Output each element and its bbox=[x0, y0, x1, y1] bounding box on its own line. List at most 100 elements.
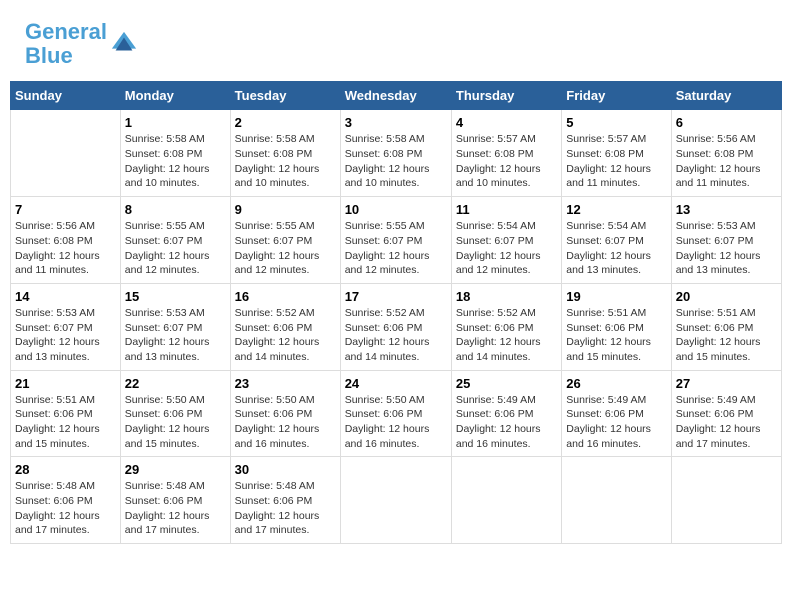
day-number: 8 bbox=[125, 202, 226, 217]
page-header: GeneralBlue bbox=[10, 10, 782, 73]
sunrise-text: Sunrise: 5:52 AM bbox=[235, 307, 315, 319]
logo-icon bbox=[110, 30, 138, 58]
sunrise-text: Sunrise: 5:48 AM bbox=[125, 480, 205, 492]
day-number: 21 bbox=[15, 376, 116, 391]
calendar-cell: 21 Sunrise: 5:51 AM Sunset: 6:06 PM Dayl… bbox=[11, 370, 121, 457]
sunrise-text: Sunrise: 5:48 AM bbox=[235, 480, 315, 492]
daylight-text: Daylight: 12 hours and 13 minutes. bbox=[676, 250, 761, 277]
sunset-text: Sunset: 6:07 PM bbox=[345, 235, 423, 247]
sunset-text: Sunset: 6:06 PM bbox=[676, 408, 754, 420]
calendar-cell: 15 Sunrise: 5:53 AM Sunset: 6:07 PM Dayl… bbox=[120, 283, 230, 370]
day-number: 6 bbox=[676, 115, 777, 130]
sunset-text: Sunset: 6:07 PM bbox=[125, 322, 203, 334]
sunrise-text: Sunrise: 5:56 AM bbox=[15, 220, 95, 232]
day-number: 16 bbox=[235, 289, 336, 304]
calendar-cell: 29 Sunrise: 5:48 AM Sunset: 6:06 PM Dayl… bbox=[120, 457, 230, 544]
daylight-text: Daylight: 12 hours and 14 minutes. bbox=[456, 336, 541, 363]
daylight-text: Daylight: 12 hours and 15 minutes. bbox=[15, 423, 100, 450]
calendar-week-5: 28 Sunrise: 5:48 AM Sunset: 6:06 PM Dayl… bbox=[11, 457, 782, 544]
day-info: Sunrise: 5:55 AM Sunset: 6:07 PM Dayligh… bbox=[125, 219, 226, 278]
day-info: Sunrise: 5:53 AM Sunset: 6:07 PM Dayligh… bbox=[676, 219, 777, 278]
calendar-cell: 11 Sunrise: 5:54 AM Sunset: 6:07 PM Dayl… bbox=[451, 197, 561, 284]
daylight-text: Daylight: 12 hours and 12 minutes. bbox=[125, 250, 210, 277]
calendar-cell: 22 Sunrise: 5:50 AM Sunset: 6:06 PM Dayl… bbox=[120, 370, 230, 457]
sunrise-text: Sunrise: 5:58 AM bbox=[235, 133, 315, 145]
day-number: 19 bbox=[566, 289, 666, 304]
sunset-text: Sunset: 6:06 PM bbox=[456, 408, 534, 420]
calendar-cell bbox=[451, 457, 561, 544]
calendar-cell: 17 Sunrise: 5:52 AM Sunset: 6:06 PM Dayl… bbox=[340, 283, 451, 370]
sunrise-text: Sunrise: 5:51 AM bbox=[15, 394, 95, 406]
day-number: 12 bbox=[566, 202, 666, 217]
daylight-text: Daylight: 12 hours and 16 minutes. bbox=[456, 423, 541, 450]
sunrise-text: Sunrise: 5:57 AM bbox=[566, 133, 646, 145]
sunset-text: Sunset: 6:06 PM bbox=[235, 322, 313, 334]
sunrise-text: Sunrise: 5:49 AM bbox=[676, 394, 756, 406]
sunrise-text: Sunrise: 5:54 AM bbox=[456, 220, 536, 232]
sunset-text: Sunset: 6:08 PM bbox=[235, 148, 313, 160]
daylight-text: Daylight: 12 hours and 13 minutes. bbox=[566, 250, 651, 277]
day-number: 20 bbox=[676, 289, 777, 304]
calendar-cell: 30 Sunrise: 5:48 AM Sunset: 6:06 PM Dayl… bbox=[230, 457, 340, 544]
sunset-text: Sunset: 6:06 PM bbox=[15, 495, 93, 507]
day-number: 4 bbox=[456, 115, 557, 130]
daylight-text: Daylight: 12 hours and 15 minutes. bbox=[566, 336, 651, 363]
daylight-text: Daylight: 12 hours and 14 minutes. bbox=[235, 336, 320, 363]
sunrise-text: Sunrise: 5:58 AM bbox=[345, 133, 425, 145]
calendar-cell: 28 Sunrise: 5:48 AM Sunset: 6:06 PM Dayl… bbox=[11, 457, 121, 544]
sunset-text: Sunset: 6:06 PM bbox=[676, 322, 754, 334]
calendar-cell: 13 Sunrise: 5:53 AM Sunset: 6:07 PM Dayl… bbox=[671, 197, 781, 284]
sunset-text: Sunset: 6:06 PM bbox=[566, 408, 644, 420]
sunset-text: Sunset: 6:06 PM bbox=[235, 408, 313, 420]
day-info: Sunrise: 5:53 AM Sunset: 6:07 PM Dayligh… bbox=[125, 306, 226, 365]
calendar-body: 1 Sunrise: 5:58 AM Sunset: 6:08 PM Dayli… bbox=[11, 110, 782, 544]
sunrise-text: Sunrise: 5:57 AM bbox=[456, 133, 536, 145]
calendar-table: SundayMondayTuesdayWednesdayThursdayFrid… bbox=[10, 81, 782, 544]
sunrise-text: Sunrise: 5:50 AM bbox=[125, 394, 205, 406]
day-number: 26 bbox=[566, 376, 666, 391]
day-info: Sunrise: 5:51 AM Sunset: 6:06 PM Dayligh… bbox=[15, 393, 116, 452]
daylight-text: Daylight: 12 hours and 11 minutes. bbox=[566, 163, 651, 190]
sunset-text: Sunset: 6:06 PM bbox=[235, 495, 313, 507]
day-info: Sunrise: 5:57 AM Sunset: 6:08 PM Dayligh… bbox=[566, 132, 666, 191]
daylight-text: Daylight: 12 hours and 12 minutes. bbox=[235, 250, 320, 277]
sunset-text: Sunset: 6:08 PM bbox=[566, 148, 644, 160]
calendar-cell: 5 Sunrise: 5:57 AM Sunset: 6:08 PM Dayli… bbox=[562, 110, 671, 197]
calendar-cell: 8 Sunrise: 5:55 AM Sunset: 6:07 PM Dayli… bbox=[120, 197, 230, 284]
sunrise-text: Sunrise: 5:55 AM bbox=[345, 220, 425, 232]
day-number: 17 bbox=[345, 289, 447, 304]
calendar-cell: 25 Sunrise: 5:49 AM Sunset: 6:06 PM Dayl… bbox=[451, 370, 561, 457]
day-info: Sunrise: 5:49 AM Sunset: 6:06 PM Dayligh… bbox=[566, 393, 666, 452]
day-info: Sunrise: 5:48 AM Sunset: 6:06 PM Dayligh… bbox=[235, 479, 336, 538]
day-number: 15 bbox=[125, 289, 226, 304]
day-number: 3 bbox=[345, 115, 447, 130]
day-number: 24 bbox=[345, 376, 447, 391]
day-info: Sunrise: 5:49 AM Sunset: 6:06 PM Dayligh… bbox=[676, 393, 777, 452]
daylight-text: Daylight: 12 hours and 10 minutes. bbox=[456, 163, 541, 190]
sunset-text: Sunset: 6:06 PM bbox=[125, 408, 203, 420]
sunset-text: Sunset: 6:07 PM bbox=[566, 235, 644, 247]
daylight-text: Daylight: 12 hours and 17 minutes. bbox=[15, 510, 100, 537]
calendar-cell: 27 Sunrise: 5:49 AM Sunset: 6:06 PM Dayl… bbox=[671, 370, 781, 457]
daylight-text: Daylight: 12 hours and 15 minutes. bbox=[676, 336, 761, 363]
day-number: 14 bbox=[15, 289, 116, 304]
day-info: Sunrise: 5:54 AM Sunset: 6:07 PM Dayligh… bbox=[566, 219, 666, 278]
sunset-text: Sunset: 6:06 PM bbox=[345, 322, 423, 334]
weekday-header-friday: Friday bbox=[562, 82, 671, 110]
sunrise-text: Sunrise: 5:49 AM bbox=[566, 394, 646, 406]
day-number: 28 bbox=[15, 462, 116, 477]
day-info: Sunrise: 5:57 AM Sunset: 6:08 PM Dayligh… bbox=[456, 132, 557, 191]
sunset-text: Sunset: 6:07 PM bbox=[456, 235, 534, 247]
day-number: 2 bbox=[235, 115, 336, 130]
day-info: Sunrise: 5:58 AM Sunset: 6:08 PM Dayligh… bbox=[235, 132, 336, 191]
calendar-cell bbox=[340, 457, 451, 544]
day-info: Sunrise: 5:56 AM Sunset: 6:08 PM Dayligh… bbox=[15, 219, 116, 278]
daylight-text: Daylight: 12 hours and 16 minutes. bbox=[345, 423, 430, 450]
calendar-cell: 24 Sunrise: 5:50 AM Sunset: 6:06 PM Dayl… bbox=[340, 370, 451, 457]
weekday-header-monday: Monday bbox=[120, 82, 230, 110]
daylight-text: Daylight: 12 hours and 16 minutes. bbox=[235, 423, 320, 450]
daylight-text: Daylight: 12 hours and 12 minutes. bbox=[456, 250, 541, 277]
sunrise-text: Sunrise: 5:53 AM bbox=[676, 220, 756, 232]
day-info: Sunrise: 5:53 AM Sunset: 6:07 PM Dayligh… bbox=[15, 306, 116, 365]
day-number: 7 bbox=[15, 202, 116, 217]
